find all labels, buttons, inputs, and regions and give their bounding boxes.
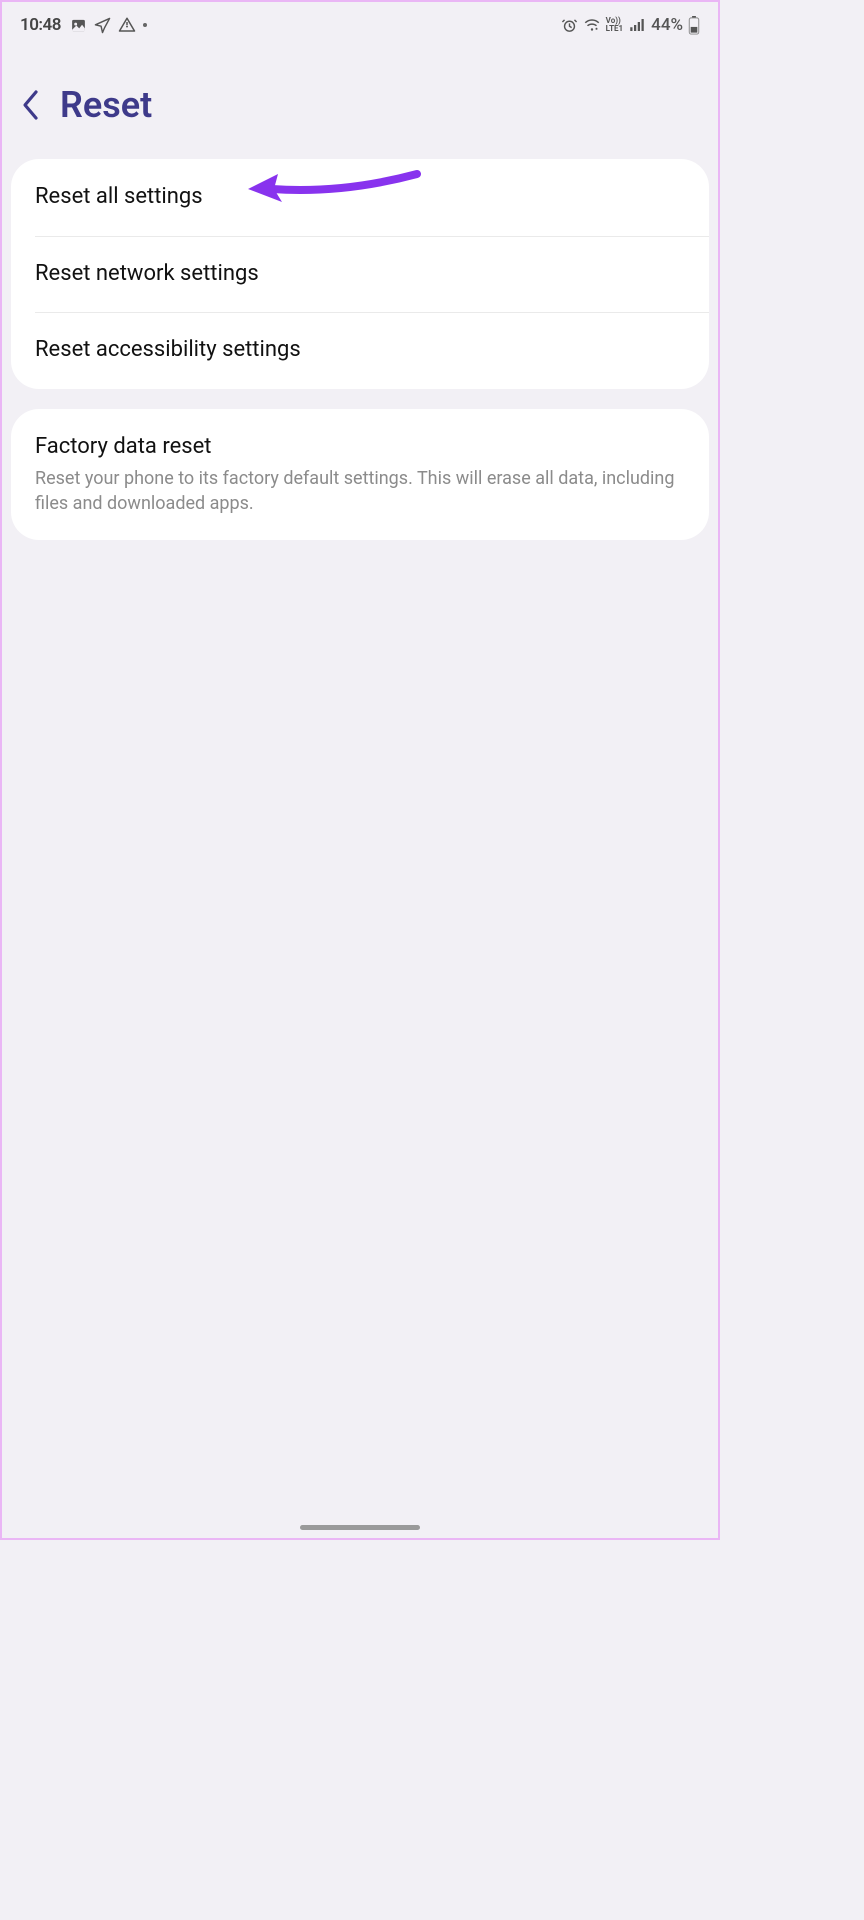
list-item-label: Reset accessibility settings	[35, 337, 301, 362]
signal-icon	[628, 16, 646, 34]
page-title: Reset	[60, 84, 152, 126]
battery-percentage-label: 44%	[651, 15, 683, 35]
volte-indicator-icon: Vo))LTE1	[606, 17, 624, 33]
status-bar-left: 10:48	[20, 15, 147, 35]
back-button[interactable]	[20, 88, 42, 122]
status-bar-right: Vo))LTE1 44%	[561, 15, 700, 35]
reset-options-card: Reset all settings Reset network setting…	[11, 159, 709, 389]
paper-plane-icon	[94, 17, 111, 34]
gesture-nav-bar[interactable]	[300, 1525, 420, 1530]
status-bar: 10:48 Vo))LTE1 44%	[2, 2, 718, 44]
warning-triangle-icon	[118, 16, 136, 34]
chevron-left-icon	[20, 88, 42, 122]
list-item-label: Factory data reset	[35, 434, 211, 459]
picture-icon	[70, 17, 87, 34]
reset-accessibility-settings-item[interactable]: Reset accessibility settings	[11, 312, 709, 389]
list-item-description: Reset your phone to its factory default …	[35, 467, 685, 516]
more-notifications-dot	[143, 23, 147, 27]
battery-icon	[688, 16, 700, 35]
page-header: Reset	[2, 44, 718, 150]
reset-network-settings-item[interactable]: Reset network settings	[11, 236, 709, 313]
factory-data-reset-item[interactable]: Factory data reset Reset your phone to i…	[11, 409, 709, 540]
wifi-icon	[583, 16, 601, 34]
list-item-label: Reset all settings	[35, 184, 203, 209]
factory-reset-card: Factory data reset Reset your phone to i…	[11, 409, 709, 540]
alarm-icon	[561, 17, 578, 34]
list-item-label: Reset network settings	[35, 261, 259, 286]
reset-all-settings-item[interactable]: Reset all settings	[11, 159, 709, 236]
status-clock: 10:48	[20, 15, 61, 35]
